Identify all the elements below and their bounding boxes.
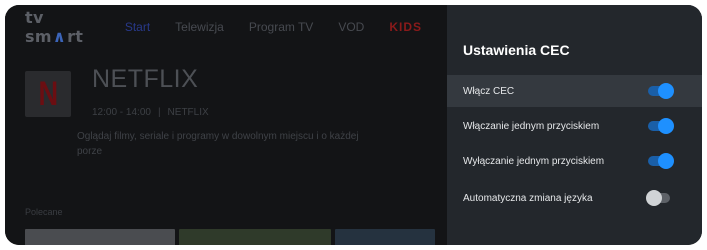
enable-cec-toggle[interactable] [648, 83, 674, 99]
tv-screen: tv sm∧rt Start Telewizja Program TV VOD … [5, 5, 702, 245]
featured-title: NETFLIX [92, 65, 199, 93]
toggle-knob [658, 83, 674, 99]
nav-tab-start[interactable]: Start [125, 20, 150, 34]
panel-title: Ustawienia CEC [463, 42, 570, 58]
setting-row-one-touch-off[interactable]: Wyłączanie jednym przyciskiem [447, 145, 702, 177]
setting-row-auto-language[interactable]: Automatyczna zmiana języka [447, 182, 702, 214]
toggle-knob [658, 118, 674, 134]
top-navigation: tv sm∧rt Start Telewizja Program TV VOD … [25, 8, 447, 46]
nav-tab-telewizja[interactable]: Telewizja [175, 20, 224, 34]
recommended-tile[interactable] [179, 229, 331, 245]
setting-row-enable-cec[interactable]: Włącz CEC [447, 75, 702, 107]
recommended-tile[interactable] [335, 229, 435, 245]
nav-tab-vod[interactable]: VOD [338, 20, 364, 34]
section-title: Polecane [25, 207, 63, 217]
setting-label: Wyłączanie jednym przyciskiem [463, 155, 605, 167]
meta-separator: | [157, 107, 161, 118]
toggle-knob [646, 190, 662, 206]
cec-settings-panel: Ustawienia CEC Włącz CEC Włączanie jedny… [447, 5, 702, 245]
logo-text-right: rt [67, 27, 84, 46]
setting-row-one-touch-on[interactable]: Włączanie jednym przyciskiem [447, 110, 702, 142]
featured-time: 12:00 - 14:00 [92, 107, 151, 118]
netflix-n-icon: N [38, 74, 58, 113]
setting-label: Włączanie jednym przyciskiem [463, 120, 600, 132]
tv-smart-logo: tv sm∧rt [25, 8, 98, 46]
one-touch-on-toggle[interactable] [648, 118, 674, 134]
netflix-logo-tile[interactable]: N [25, 71, 71, 117]
recommended-tile[interactable] [25, 229, 175, 245]
setting-label: Automatyczna zmiana języka [463, 192, 593, 204]
nav-tabs: Start Telewizja Program TV VOD KIDS [125, 20, 447, 34]
featured-channel: NETFLIX [167, 107, 209, 118]
nav-tab-program-tv[interactable]: Program TV [249, 20, 313, 34]
setting-label: Włącz CEC [463, 85, 515, 97]
featured-description: Oglądaj filmy, seriale i programy w dowo… [77, 131, 359, 157]
logo-mark-icon: ∧ [52, 27, 67, 46]
featured-meta: 12:00 - 14:00 | NETFLIX [92, 107, 209, 118]
recommended-row [25, 229, 435, 245]
toggle-knob [658, 153, 674, 169]
logo-text-left: tv sm [25, 8, 52, 46]
home-background: tv sm∧rt Start Telewizja Program TV VOD … [5, 5, 447, 245]
auto-language-toggle[interactable] [646, 190, 670, 206]
nav-tab-kids[interactable]: KIDS [389, 20, 422, 34]
one-touch-off-toggle[interactable] [648, 153, 674, 169]
